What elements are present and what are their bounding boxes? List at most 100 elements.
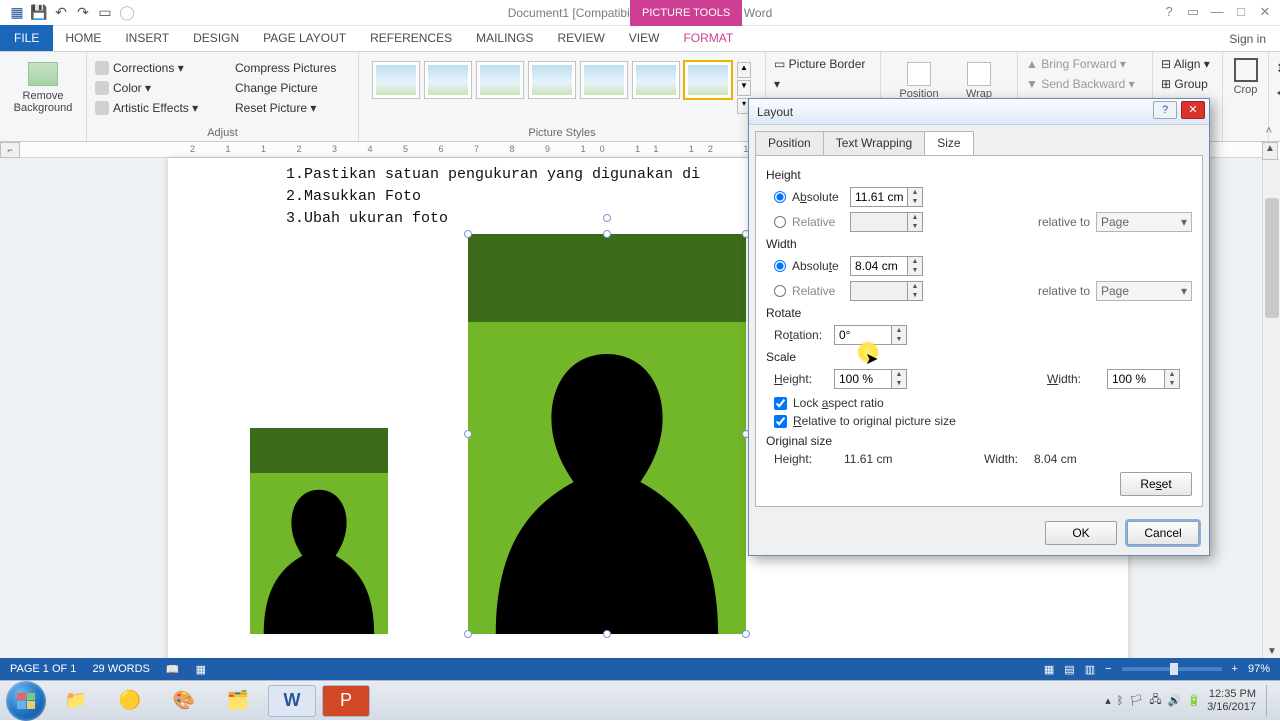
width-abs-spinner[interactable]: ▲▼ <box>908 256 923 276</box>
tab-page-layout[interactable]: PAGE LAYOUT <box>251 26 358 51</box>
tray-action-center-icon[interactable]: 🏳 <box>1129 694 1143 707</box>
remove-background-button[interactable]: Remove Background <box>8 56 78 114</box>
style-thumb-4[interactable] <box>529 62 575 98</box>
status-words[interactable]: 29 WORDS <box>92 663 149 675</box>
save-icon[interactable]: 💾 <box>30 4 48 22</box>
doc-scroll-up[interactable]: ▲ <box>1262 142 1278 160</box>
style-thumb-2[interactable] <box>425 62 471 98</box>
help-icon[interactable]: ? <box>1160 4 1178 20</box>
ribbon-options-icon[interactable]: ▭ <box>1184 4 1202 20</box>
view-web-layout-icon[interactable]: ▥ <box>1085 663 1095 676</box>
status-macro-icon[interactable]: ▦ <box>196 663 206 676</box>
reset-button[interactable]: Reset <box>1120 472 1192 496</box>
zoom-slider[interactable] <box>1122 667 1222 671</box>
dialog-close-button[interactable]: ✕ <box>1181 101 1205 119</box>
tab-references[interactable]: REFERENCES <box>358 26 464 51</box>
width-absolute-input[interactable] <box>850 256 908 276</box>
tray-network-icon[interactable]: 🖧 <box>1149 691 1161 710</box>
tab-file[interactable]: FILE <box>0 25 53 51</box>
dialog-tab-size[interactable]: Size <box>924 131 973 155</box>
taskbar-chrome[interactable]: 🟡 <box>106 685 154 717</box>
minimize-icon[interactable]: — <box>1208 4 1226 20</box>
taskbar: 📁 🟡 🎨 🗂️ W P ▴ ᛒ 🏳 🖧 🔊 🔋 12:35 PM3/16/20… <box>0 680 1280 720</box>
status-proofing-icon[interactable]: 📖 <box>166 663 180 676</box>
zoom-level[interactable]: 97% <box>1248 663 1270 675</box>
rotation-spinner[interactable]: ▲▼ <box>892 325 907 345</box>
align-button[interactable]: ⊟ Align ▾ <box>1161 54 1214 74</box>
collapse-ribbon-icon[interactable]: ˄ <box>1266 125 1272 137</box>
tab-format[interactable]: FORMAT <box>671 26 745 51</box>
style-thumb-6[interactable] <box>633 62 679 98</box>
scrollbar-thumb[interactable] <box>1265 198 1279 318</box>
large-photo-selected[interactable] <box>468 234 746 634</box>
scale-height-input[interactable] <box>834 369 892 389</box>
rotation-input[interactable] <box>834 325 892 345</box>
cancel-button[interactable]: Cancel <box>1127 521 1199 545</box>
tab-insert[interactable]: INSERT <box>113 26 181 51</box>
lock-aspect-checkbox[interactable]: Lock aspect ratio <box>774 394 1192 412</box>
gallery-scroll-up[interactable]: ▲ <box>737 62 751 78</box>
tab-review[interactable]: REVIEW <box>545 26 616 51</box>
taskbar-paint[interactable]: 🎨 <box>160 685 208 717</box>
style-thumb-7-selected[interactable] <box>685 62 731 98</box>
taskbar-powerpoint[interactable]: P <box>322 685 370 717</box>
status-page[interactable]: PAGE 1 OF 1 <box>10 663 76 675</box>
taskbar-library[interactable]: 🗂️ <box>214 685 262 717</box>
crop-button[interactable]: Crop <box>1231 58 1260 96</box>
taskbar-clock[interactable]: 12:35 PM3/16/2017 <box>1207 688 1260 714</box>
zoom-out-button[interactable]: − <box>1105 663 1111 675</box>
scale-width-spinner[interactable]: ▲▼ <box>1165 369 1180 389</box>
show-desktop-button[interactable] <box>1266 685 1274 717</box>
start-button[interactable] <box>6 681 46 721</box>
tray-show-hidden-icon[interactable]: ▴ <box>1105 694 1111 707</box>
send-backward-button[interactable]: ▼ Send Backward ▾ <box>1026 74 1144 94</box>
small-photo[interactable] <box>250 428 388 634</box>
tab-design[interactable]: DESIGN <box>181 26 251 51</box>
color-button[interactable]: Color ▾ <box>95 78 225 98</box>
tray-battery-icon[interactable]: 🔋 <box>1187 694 1201 707</box>
dialog-tab-text-wrapping[interactable]: Text Wrapping <box>823 131 925 155</box>
tab-view[interactable]: VIEW <box>617 26 672 51</box>
dialog-titlebar[interactable]: Layout ? ✕ <box>749 99 1209 125</box>
width-absolute-radio[interactable]: Absolute <box>774 259 850 273</box>
style-thumb-3[interactable] <box>477 62 523 98</box>
dialog-tab-position[interactable]: Position <box>755 131 824 155</box>
new-icon[interactable]: ▭ <box>96 4 114 22</box>
relative-original-checkbox[interactable]: Relative to original picture size <box>774 412 1192 430</box>
undo-icon[interactable]: ↶ <box>52 4 70 22</box>
dialog-help-button[interactable]: ? <box>1153 101 1177 119</box>
style-thumb-1[interactable] <box>373 62 419 98</box>
artistic-effects-button[interactable]: Artistic Effects ▾ <box>95 98 225 118</box>
gallery-scroll-down[interactable]: ▼ <box>737 80 751 96</box>
ok-button[interactable]: OK <box>1045 521 1117 545</box>
tray-bluetooth-icon[interactable]: ᛒ <box>1117 695 1124 707</box>
maximize-icon[interactable]: □ <box>1232 4 1250 20</box>
height-absolute-input[interactable] <box>850 187 908 207</box>
close-icon[interactable]: ✕ <box>1256 4 1274 20</box>
taskbar-explorer[interactable]: 📁 <box>52 685 100 717</box>
vertical-scrollbar[interactable]: ▼ <box>1262 158 1280 664</box>
height-relative-radio[interactable]: Relative <box>774 215 850 229</box>
scale-height-spinner[interactable]: ▲▼ <box>892 369 907 389</box>
height-absolute-radio[interactable]: Absolute <box>774 190 850 204</box>
tray-volume-icon[interactable]: 🔊 <box>1168 694 1182 707</box>
compress-pictures-button[interactable]: Compress Pictures <box>235 58 350 78</box>
tab-mailings[interactable]: MAILINGS <box>464 26 545 51</box>
redo-icon[interactable]: ↷ <box>74 4 92 22</box>
style-thumb-5[interactable] <box>581 62 627 98</box>
zoom-in-button[interactable]: + <box>1232 663 1238 675</box>
height-abs-spinner[interactable]: ▲▼ <box>908 187 923 207</box>
reset-picture-button[interactable]: Reset Picture ▾ <box>235 98 350 118</box>
view-read-mode-icon[interactable]: ▤ <box>1064 663 1074 676</box>
change-picture-button[interactable]: Change Picture <box>235 78 350 98</box>
view-print-layout-icon[interactable]: ▦ <box>1044 663 1054 676</box>
touch-icon[interactable]: ◯ <box>118 4 136 22</box>
scale-width-input[interactable] <box>1107 369 1165 389</box>
picture-border-button[interactable]: ▭ Picture Border ▾ <box>774 54 872 94</box>
bring-forward-button[interactable]: ▲ Bring Forward ▾ <box>1026 54 1144 74</box>
tab-home[interactable]: HOME <box>53 26 113 51</box>
width-relative-radio[interactable]: Relative <box>774 284 850 298</box>
corrections-button[interactable]: Corrections ▾ <box>95 58 225 78</box>
taskbar-word[interactable]: W <box>268 685 316 717</box>
sign-in-link[interactable]: Sign in <box>1229 32 1266 46</box>
